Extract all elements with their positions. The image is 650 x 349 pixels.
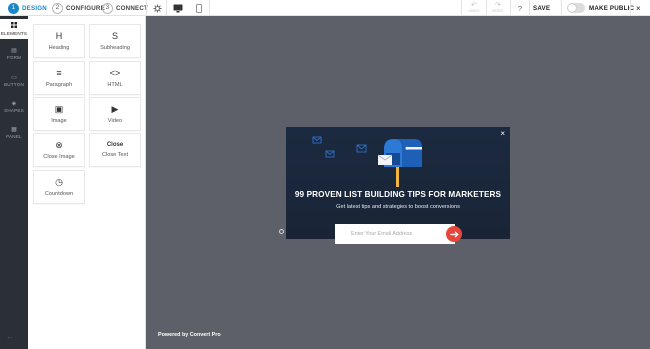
popup-subtitle: Get latest tips and strategies to boost …	[336, 204, 460, 210]
grid-icon	[11, 22, 17, 31]
desktop-icon[interactable]	[168, 0, 188, 16]
left-rail: ELEMENTS ▤ FORM ▭ BUTTON ◈ SHAPES ▦ PANE…	[0, 16, 28, 349]
close-circle-icon: ⊗	[55, 139, 63, 150]
subheading-icon: S	[111, 30, 118, 41]
shapes-icon: ◈	[11, 101, 17, 107]
make-public-label: MAKE PUBLIC	[589, 4, 635, 12]
make-public-toggle[interactable]	[567, 3, 585, 13]
arrow-left-icon[interactable]: ←	[6, 332, 14, 341]
undo-button[interactable]: ↶ UNDO	[462, 1, 486, 15]
mailbox-icon	[312, 136, 422, 187]
element-paragraph[interactable]: ≡ Paragraph	[33, 61, 85, 95]
video-icon: ▶	[111, 103, 119, 114]
top-toolbar: 1 DESIGN 2 CONFIGURE 3 CONNECT ↶ UNDO ↷ …	[0, 0, 650, 16]
settings-gear-icon[interactable]	[148, 0, 166, 16]
step-number: 3	[102, 2, 113, 14]
step-design[interactable]: 1 DESIGN	[8, 2, 47, 14]
rail-item-panel[interactable]: ▦ PANEL	[0, 123, 28, 143]
form-icon: ▤	[11, 48, 17, 54]
step-configure[interactable]: 2 CONFIGURE	[52, 2, 105, 14]
email-input[interactable]: Enter Your Email Address	[335, 224, 455, 244]
help-icon[interactable]: ?	[511, 0, 529, 16]
close-text-glyph: Close	[106, 142, 124, 148]
redo-button[interactable]: ↷ REDO	[486, 1, 510, 15]
mobile-icon[interactable]	[190, 0, 208, 16]
code-icon: <>	[109, 67, 121, 78]
element-countdown[interactable]: ◷ Countdown	[33, 170, 85, 204]
step-label: CONNECT	[116, 4, 148, 12]
step-label: CONFIGURE	[66, 4, 105, 12]
paragraph-icon: ≡	[56, 67, 62, 78]
panel-icon: ▦	[11, 127, 17, 133]
element-close-image[interactable]: ⊗ Close Image	[33, 133, 85, 167]
step-number: 1	[8, 2, 19, 14]
resize-handle[interactable]	[279, 229, 284, 234]
step-connect[interactable]: 3 CONNECT	[102, 2, 148, 14]
rail-item-shapes[interactable]: ◈ SHAPES	[0, 97, 28, 117]
popup-preview[interactable]: × 99 PROVEN LIST BUILDING TIPS FOR MARKE…	[286, 127, 510, 239]
step-label: DESIGN	[22, 4, 47, 12]
submit-arrow-button[interactable]	[446, 226, 462, 242]
element-subheading[interactable]: S Subheading	[89, 24, 141, 58]
elements-panel: H Heading S Subheading ≡ Paragraph <> HT…	[28, 16, 146, 349]
button-icon: ▭	[11, 75, 17, 81]
rail-item-button[interactable]: ▭ BUTTON	[0, 71, 28, 91]
close-editor-button[interactable]: ×	[636, 0, 641, 16]
element-html[interactable]: <> HTML	[89, 61, 141, 95]
step-number: 2	[52, 2, 63, 14]
heading-icon: H	[55, 30, 63, 41]
element-close-text[interactable]: Close Close Text	[89, 133, 141, 167]
rail-item-form[interactable]: ▤ FORM	[0, 44, 28, 64]
image-icon: ▣	[54, 103, 64, 114]
element-image[interactable]: ▣ Image	[33, 97, 85, 131]
popup-title: 99 PROVEN LIST BUILDING TIPS FOR MARKETE…	[294, 190, 502, 199]
powered-by-text: Powered by Convert Pro	[158, 332, 221, 338]
save-button[interactable]: SAVE	[533, 0, 550, 16]
element-heading[interactable]: H Heading	[33, 24, 85, 58]
clock-icon: ◷	[55, 176, 63, 187]
arrow-right-icon	[450, 231, 459, 237]
element-video[interactable]: ▶ Video	[89, 97, 141, 131]
rail-item-elements[interactable]: ELEMENTS	[0, 19, 28, 39]
